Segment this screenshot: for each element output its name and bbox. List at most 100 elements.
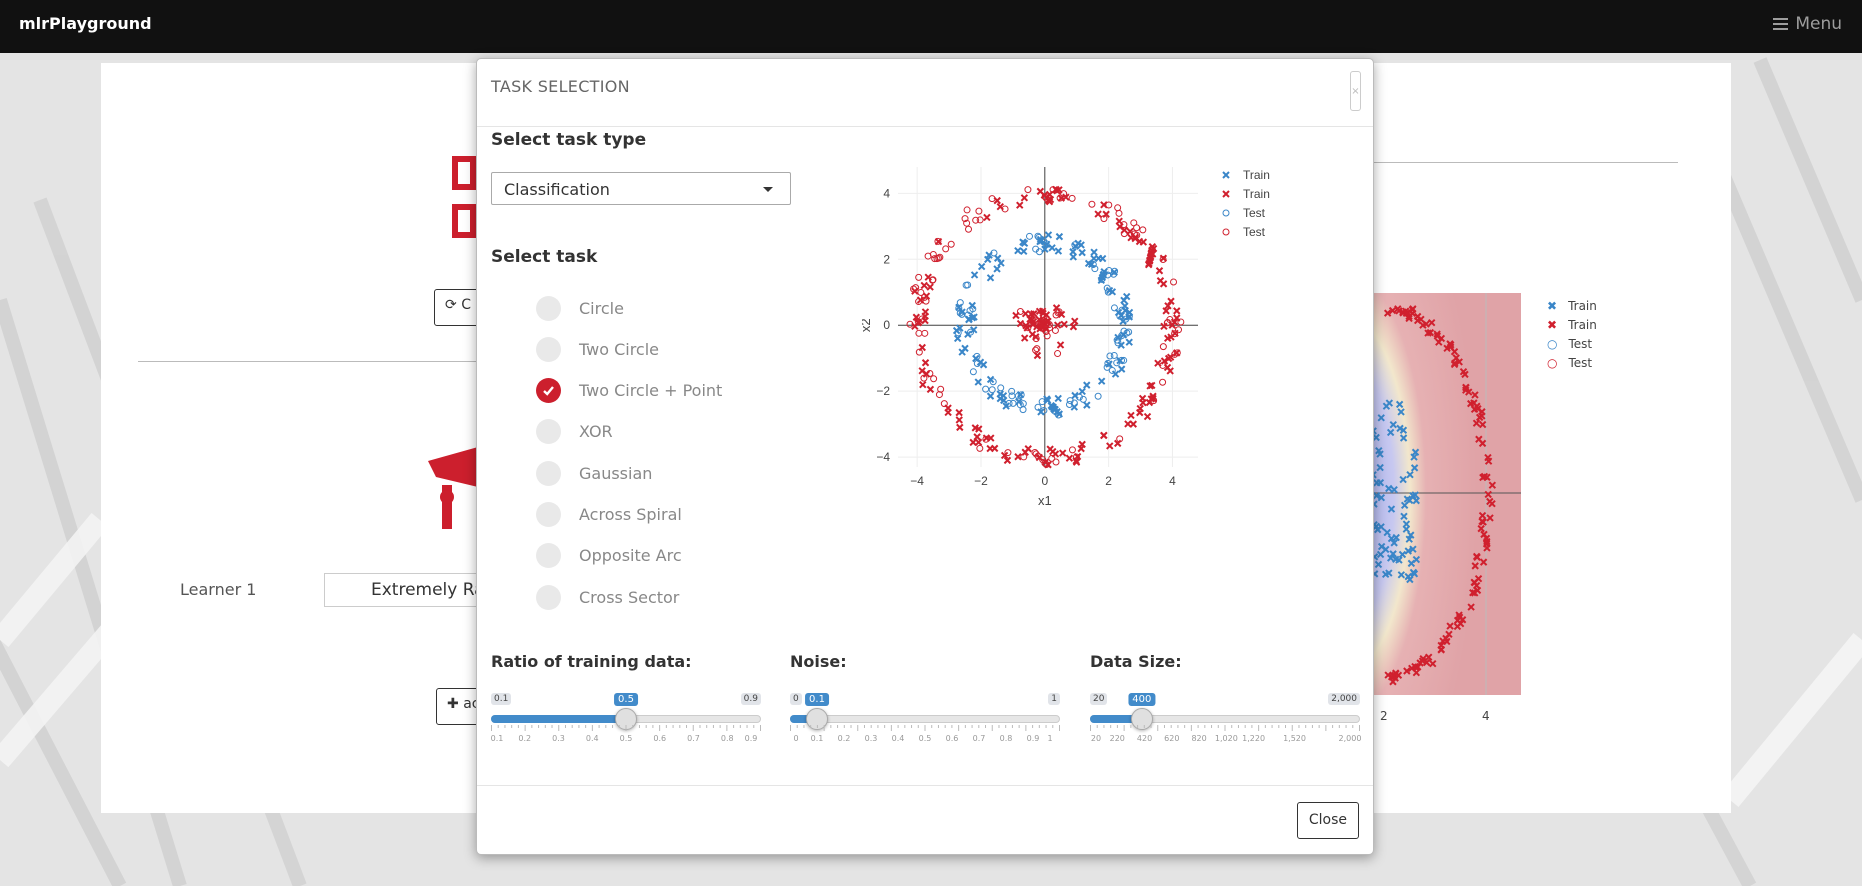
train-point <box>1012 311 1020 320</box>
train-point <box>1155 267 1164 275</box>
radio-unchecked-icon[interactable] <box>536 543 561 569</box>
y-tick-label: −2 <box>876 384 890 398</box>
test-point <box>1008 392 1016 400</box>
test-point <box>963 206 971 214</box>
test-point <box>915 273 923 281</box>
train-point <box>1098 254 1107 263</box>
task-option[interactable]: Circle <box>536 295 624 321</box>
slider-value-badge: 0.5 <box>614 693 638 706</box>
slider-tick-label: 1,220 <box>1242 734 1266 743</box>
slider-tick-label: 420 <box>1136 734 1153 743</box>
test-point <box>965 225 973 233</box>
radio-checked-icon[interactable] <box>536 378 561 404</box>
legend-symbol <box>1222 209 1230 217</box>
menu-button[interactable]: Menu <box>1773 14 1842 34</box>
caret-down-icon <box>763 187 773 192</box>
train-point <box>993 265 1001 273</box>
x-tick-label: −4 <box>910 474 924 488</box>
test-point <box>947 240 955 248</box>
train-point <box>1054 247 1063 255</box>
data-size-slider[interactable]: 20 2,000 400 20 220 420 620 820 1,020 1,220 1,520 2… <box>1090 693 1361 753</box>
task-preview-plot: −4 −2 0 2 4 −4 −2 0 2 4 x1 x2 Train Train Test Test <box>858 159 1362 599</box>
radio-unchecked-icon[interactable] <box>536 502 561 527</box>
slider-tick-label: 0.9 <box>744 734 758 743</box>
train-point <box>1127 411 1135 420</box>
task-option[interactable]: XOR <box>536 419 613 445</box>
ratio-slider[interactable]: 0.1 0.9 0.5 0.1 0.2 0.3 0.4 0.5 0.6 0.7 0.8 0.9 <box>491 693 761 753</box>
slider-fill <box>491 715 626 723</box>
train-point <box>1069 323 1078 331</box>
train-point <box>1115 217 1123 225</box>
radio-unchecked-icon[interactable] <box>536 336 561 362</box>
noise-label: Noise: <box>790 652 847 671</box>
slider-tick-label: 0.7 <box>687 734 700 743</box>
test-point <box>1068 446 1076 454</box>
task-type-select[interactable]: Classification <box>491 172 791 205</box>
test-point <box>976 216 984 224</box>
radio-unchecked-icon[interactable] <box>536 584 561 610</box>
noise-slider[interactable]: 0 1 0.1 0 0.1 0.2 0.3 0.4 0.5 0.6 0.7 0.8 0.9 1 <box>790 693 1060 753</box>
slider-tick-label: 0.7 <box>972 734 986 743</box>
train-point <box>1154 359 1162 367</box>
test-point <box>1024 186 1032 194</box>
slider-tick-label: 1,020 <box>1214 734 1238 743</box>
task-selection-modal: TASK SELECTION × Select task type Classi… <box>476 58 1374 855</box>
slider-tick-label: 620 <box>1164 734 1180 743</box>
train-point <box>952 326 961 335</box>
slider-tick-label: 0.2 <box>837 734 851 743</box>
train-point <box>1071 317 1079 325</box>
train-point <box>1143 412 1152 421</box>
train-point <box>956 423 964 432</box>
task-option[interactable]: Across Spiral <box>536 502 682 528</box>
task-option-label: Gaussian <box>579 463 653 483</box>
brand-title[interactable]: mlrPlayground <box>19 14 152 33</box>
slider-track[interactable] <box>790 715 1060 723</box>
radio-unchecked-icon[interactable] <box>536 295 561 321</box>
train-point <box>1020 194 1029 202</box>
train-point <box>973 433 981 441</box>
task-option[interactable]: Opposite Arc <box>536 543 682 569</box>
train-point <box>1055 232 1064 241</box>
train-point <box>926 283 934 291</box>
train-point <box>1083 381 1091 389</box>
task-option-label: XOR <box>579 422 613 442</box>
x-tick-label: −2 <box>974 474 988 488</box>
train-point <box>1051 450 1060 458</box>
data-size-label: Data Size: <box>1090 652 1182 671</box>
train-point <box>1156 277 1165 285</box>
train-point <box>1016 201 1024 209</box>
task-option[interactable]: Gaussian <box>536 460 652 486</box>
train-point <box>1129 420 1138 428</box>
slider-min-badge: 0.1 <box>491 693 512 705</box>
radio-unchecked-icon[interactable] <box>536 419 561 445</box>
train-point <box>983 213 991 222</box>
train-point <box>921 359 930 367</box>
train-point <box>1020 247 1028 256</box>
train-point <box>1054 394 1062 403</box>
train-point <box>1138 394 1147 403</box>
radio-unchecked-icon[interactable] <box>536 460 561 486</box>
slider-tick-label: 820 <box>1191 734 1207 743</box>
train-point <box>1136 404 1144 413</box>
task-option-label: Across Spiral <box>579 505 682 524</box>
task-option-label: Opposite Arc <box>579 546 682 566</box>
slider-tick-label: 0.4 <box>891 734 905 743</box>
task-option-label: Two Circle <box>579 339 660 359</box>
train-point <box>1106 442 1114 450</box>
task-type-label: Select task type <box>491 130 647 150</box>
train-point <box>996 202 1004 211</box>
task-option[interactable]: Two Circle <box>536 336 659 362</box>
task-option[interactable]: Cross Sector <box>536 584 679 610</box>
slider-tick-label: 0.8 <box>999 734 1013 743</box>
test-point <box>1052 458 1060 466</box>
slider-max-badge: 1 <box>1048 693 1060 705</box>
test-point <box>988 386 996 394</box>
train-point <box>1083 401 1091 409</box>
checkmark-icon <box>543 386 554 396</box>
navbar: mlrPlayground Menu <box>0 0 1862 53</box>
y-tick-label: 2 <box>883 252 890 266</box>
close-icon[interactable]: × <box>1350 71 1361 111</box>
slider-tick-label: 0.2 <box>518 734 532 743</box>
task-option[interactable]: Two Circle + Point <box>536 378 722 404</box>
close-button[interactable]: Close <box>1296 802 1359 839</box>
